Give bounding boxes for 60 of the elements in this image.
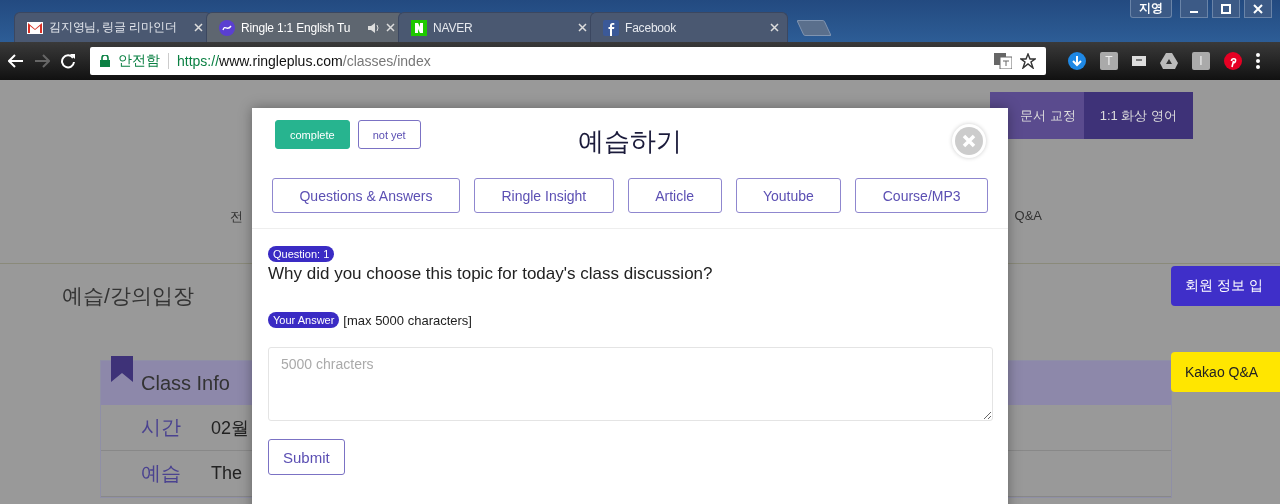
row-value: The: [211, 463, 243, 484]
answer-badge: Your Answer: [268, 312, 340, 328]
tab-title: NAVER: [433, 20, 474, 35]
row-value: 02월: [211, 416, 250, 440]
ringle-logo-icon: [219, 19, 235, 36]
close-icon[interactable]: [578, 23, 587, 32]
browser-tab[interactable]: Facebook: [590, 12, 788, 42]
section-tab[interactable]: Youtube: [735, 178, 842, 213]
facebook-logo-icon: [603, 19, 619, 36]
question-badge: Question: 1: [268, 246, 335, 262]
new-tab-button[interactable]: [796, 20, 832, 36]
drive-icon[interactable]: [1160, 53, 1178, 69]
profile-button[interactable]: 지영: [1130, 0, 1172, 18]
close-icon[interactable]: [770, 23, 779, 32]
screen-icon[interactable]: [1132, 56, 1146, 66]
star-icon[interactable]: [1020, 53, 1036, 69]
tab-title: 김지영님, 링글 리마인더: [49, 19, 178, 36]
card-title: Class Info: [141, 371, 230, 395]
section-tab[interactable]: Ringle Insight: [473, 178, 614, 213]
close-icon: [1253, 3, 1263, 14]
minimize-button[interactable]: [1180, 0, 1208, 18]
url-text: https://www.ringleplus.com/classes/index: [168, 53, 986, 69]
modal-title: 예습하기: [578, 125, 682, 158]
minimize-icon: [1190, 10, 1198, 13]
member-info-button[interactable]: 회원 정보 입: [1171, 266, 1280, 306]
nav-link[interactable]: Q&A: [1014, 208, 1042, 263]
close-icon[interactable]: [386, 23, 395, 32]
status-button[interactable]: not yet: [357, 120, 421, 149]
menu-icon[interactable]: [1256, 53, 1260, 69]
maximize-button[interactable]: [1212, 0, 1240, 18]
tab-title: Facebook: [625, 20, 678, 35]
section-title: 예습/강의입장: [62, 284, 194, 307]
speaker-icon: [368, 22, 380, 33]
section-tab[interactable]: Article: [627, 178, 722, 213]
lock-icon: [100, 55, 110, 67]
security-label: 안전함: [118, 52, 160, 70]
answer-hint: [max 5000 characters]: [343, 312, 472, 328]
pinterest-icon[interactable]: [1224, 52, 1242, 70]
nav-link[interactable]: 전: [230, 208, 243, 263]
naver-logo-icon: [411, 19, 427, 36]
section-tab[interactable]: Questions & Answers: [272, 178, 460, 213]
submit-button[interactable]: Submit: [268, 439, 345, 475]
close-window-button[interactable]: [1244, 0, 1272, 18]
section-tab[interactable]: Course/MP3: [855, 178, 988, 213]
maximize-icon: [1221, 3, 1231, 14]
back-icon[interactable]: [8, 54, 24, 68]
translate-icon[interactable]: [994, 53, 1012, 69]
mail-icon: [27, 21, 43, 34]
answer-field[interactable]: 5000 chracters: [268, 347, 993, 421]
download-icon[interactable]: [1068, 52, 1086, 70]
close-icon[interactable]: [194, 23, 203, 32]
kakao-button[interactable]: Kakao Q&A: [1171, 352, 1280, 392]
address-bar[interactable]: 안전함 https://www.ringleplus.com/classes/index: [90, 47, 1046, 75]
bookmark-icon: [111, 356, 133, 382]
tab-title: Ringle 1:1 English Tu: [241, 20, 352, 35]
question-text: Why did you choose this topic for today's class discussion?: [268, 264, 713, 284]
reload-icon[interactable]: [60, 53, 76, 69]
row-label: 시간: [141, 415, 181, 440]
row-label: 예습: [141, 461, 181, 486]
nav-button[interactable]: 1:1 화상 영어: [1083, 92, 1193, 139]
